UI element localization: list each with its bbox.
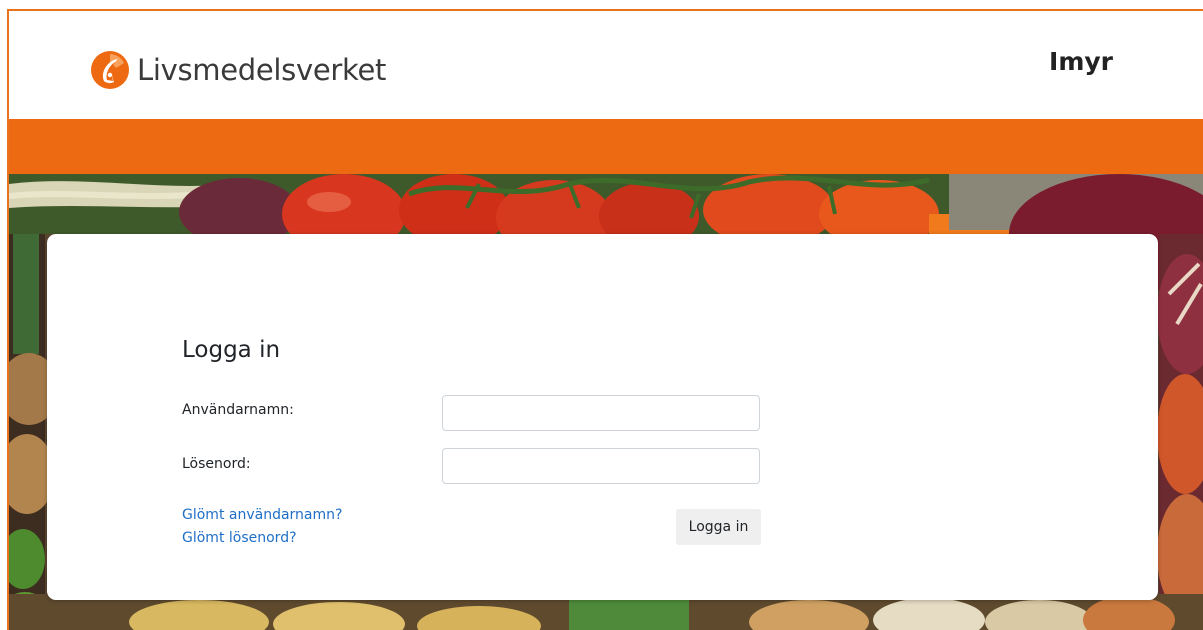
forgot-password-link[interactable]: Glömt lösenord?	[182, 530, 297, 546]
site-header: Livsmedelsverket Imyr	[9, 11, 1203, 119]
app-name: Imyr	[1049, 47, 1113, 76]
password-input[interactable]	[442, 448, 760, 484]
brand-name: Livsmedelsverket	[137, 53, 387, 87]
brand-logo[interactable]: Livsmedelsverket	[90, 50, 386, 90]
livsmedelsverket-logo-icon	[91, 51, 129, 89]
username-input[interactable]	[442, 395, 760, 431]
login-button[interactable]: Logga in	[676, 509, 761, 545]
username-label: Användarnamn:	[182, 402, 294, 418]
orange-banner	[9, 119, 1203, 174]
browser-viewport: Livsmedelsverket Imyr Logga in Användarn…	[7, 9, 1203, 630]
forgot-username-link[interactable]: Glömt användarnamn?	[182, 507, 342, 523]
password-label: Lösenord:	[182, 456, 251, 472]
login-title: Logga in	[182, 337, 281, 363]
login-card: Logga in Användarnamn: Lösenord: Glömt a…	[47, 234, 1158, 600]
